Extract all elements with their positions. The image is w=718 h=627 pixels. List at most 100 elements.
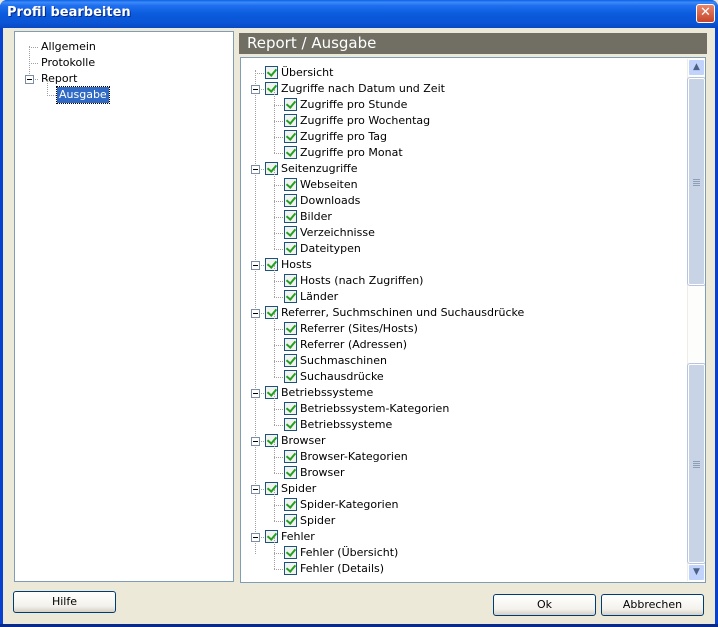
tree-item[interactable]: Fehler (Übersicht) [241, 545, 681, 561]
tree-item[interactable]: Betriebssysteme [241, 417, 681, 433]
tree-line [29, 63, 38, 64]
collapse-icon[interactable] [25, 75, 34, 84]
tree-item[interactable]: Dateitypen [241, 241, 681, 257]
tree-item[interactable]: Webseiten [241, 177, 681, 193]
tree-item[interactable]: Verzeichnisse [241, 225, 681, 241]
tree-item[interactable]: Hosts (nach Zugriffen) [241, 273, 681, 289]
tree-item[interactable]: Seitenzugriffe [241, 161, 681, 177]
nav-tree[interactable]: Allgemein Protokolle Report Ausgabe [14, 31, 234, 582]
checkbox-checked[interactable] [284, 498, 297, 511]
checkbox-checked[interactable] [284, 450, 297, 463]
tree-item[interactable]: Browser [241, 433, 681, 449]
tree-item-label: Browser [300, 466, 345, 479]
checkbox-checked[interactable] [284, 210, 297, 223]
tree-item[interactable]: Länder [241, 289, 681, 305]
checkbox-checked[interactable] [284, 226, 297, 239]
checkbox-checked[interactable] [284, 370, 297, 383]
tree-line [29, 47, 38, 48]
checkbox-checked[interactable] [284, 354, 297, 367]
checkbox-checked[interactable] [284, 178, 297, 191]
panel-header: Report / Ausgabe [239, 33, 707, 54]
tree-item-label: Hosts [281, 258, 312, 271]
nav-item-protokolle[interactable]: Protokolle [39, 55, 97, 71]
checkbox-checked[interactable] [284, 146, 297, 159]
checkbox-checked[interactable] [265, 66, 278, 79]
checkbox-checked[interactable] [284, 402, 297, 415]
nav-item-report[interactable]: Report [39, 71, 79, 87]
tree-line [47, 95, 56, 96]
grip-icon [693, 179, 700, 180]
window-title: Profil bearbeiten [7, 5, 131, 20]
tree-item[interactable]: Referrer (Adressen) [241, 337, 681, 353]
ok-button[interactable]: Ok [493, 594, 596, 616]
checkbox-checked[interactable] [284, 194, 297, 207]
close-button[interactable]: ✕ [696, 4, 715, 23]
cancel-button[interactable]: Abbrechen [601, 594, 704, 616]
scroll-down-button[interactable]: ▼ [688, 564, 705, 581]
tree-item[interactable]: Fehler [241, 529, 681, 545]
tree-item[interactable]: Spider [241, 513, 681, 529]
tree-item[interactable]: Bilder [241, 209, 681, 225]
report-output-tree[interactable]: ▲ ▼ Übersicht Zugriffe nach Datum und Zei… [240, 57, 706, 583]
tree-item-label: Betriebssysteme [281, 386, 374, 399]
tree-item[interactable]: Zugriffe pro Tag [241, 129, 681, 145]
tree-item[interactable]: Browser [241, 465, 681, 481]
tree-item-label: Browser-Kategorien [300, 450, 408, 463]
tree-item[interactable]: Referrer, Suchmschinen und Suchausdrücke [241, 305, 681, 321]
tree-item-label: Browser [281, 434, 326, 447]
tree-item[interactable]: Spider [241, 481, 681, 497]
checkbox-checked[interactable] [284, 130, 297, 143]
tree-item-label: Fehler (Übersicht) [300, 546, 399, 559]
checkbox-checked[interactable] [284, 114, 297, 127]
tree-item[interactable]: Browser-Kategorien [241, 449, 681, 465]
scroll-up-button[interactable]: ▲ [688, 59, 705, 76]
checkbox-checked[interactable] [265, 434, 278, 447]
scroll-thumb[interactable] [687, 77, 705, 286]
checkbox-checked[interactable] [284, 466, 297, 479]
checkbox-checked[interactable] [284, 546, 297, 559]
tree-item-label: Verzeichnisse [300, 226, 375, 239]
tree-item[interactable]: Übersicht [241, 65, 681, 81]
tree-item[interactable]: Betriebssystem-Kategorien [241, 401, 681, 417]
tree-item-label: Betriebssysteme [300, 418, 393, 431]
checkbox-checked[interactable] [284, 98, 297, 111]
checkbox-checked[interactable] [284, 290, 297, 303]
title-bar[interactable]: Profil bearbeiten ✕ [0, 0, 718, 28]
checkbox-checked[interactable] [284, 274, 297, 287]
tree-item[interactable]: Zugriffe nach Datum und Zeit [241, 81, 681, 97]
checkbox-checked[interactable] [265, 530, 278, 543]
checkbox-checked[interactable] [284, 338, 297, 351]
tree-item[interactable]: Suchausdrücke [241, 369, 681, 385]
checkbox-checked[interactable] [265, 306, 278, 319]
tree-item[interactable]: Hosts [241, 257, 681, 273]
checkbox-checked[interactable] [284, 418, 297, 431]
checkbox-checked[interactable] [284, 242, 297, 255]
checkbox-checked[interactable] [265, 386, 278, 399]
checkbox-checked[interactable] [284, 562, 297, 575]
tree-item-label: Betriebssystem-Kategorien [300, 402, 450, 415]
nav-item-ausgabe[interactable]: Ausgabe [56, 86, 110, 104]
tree-item-label: Spider [281, 482, 317, 495]
tree-item[interactable]: Suchmaschinen [241, 353, 681, 369]
tree-item[interactable]: Zugriffe pro Stunde [241, 97, 681, 113]
nav-item-allgemein[interactable]: Allgemein [39, 39, 98, 55]
vertical-scrollbar[interactable]: ▲ ▼ [687, 59, 705, 581]
tree-item[interactable]: Referrer (Sites/Hosts) [241, 321, 681, 337]
tree-item[interactable]: Spider-Kategorien [241, 497, 681, 513]
checkbox-checked[interactable] [284, 322, 297, 335]
checkbox-checked[interactable] [265, 482, 278, 495]
checkbox-checked[interactable] [265, 162, 278, 175]
grip-icon [693, 461, 700, 462]
checkbox-checked[interactable] [284, 514, 297, 527]
checkbox-checked[interactable] [265, 258, 278, 271]
help-button[interactable]: Hilfe [13, 591, 116, 613]
tree-item[interactable]: Zugriffe pro Monat [241, 145, 681, 161]
checkbox-checked[interactable] [265, 82, 278, 95]
tree-item[interactable]: Downloads [241, 193, 681, 209]
tree-item[interactable]: Betriebssysteme [241, 385, 681, 401]
tree-item[interactable]: Fehler (Details) [241, 561, 681, 577]
tree-item-label: Spider-Kategorien [300, 498, 399, 511]
tree-item[interactable]: Zugriffe pro Wochentag [241, 113, 681, 129]
dialog-client: Allgemein Protokolle Report Ausgabe Report … [3, 28, 715, 624]
scroll-thumb[interactable] [687, 363, 705, 564]
